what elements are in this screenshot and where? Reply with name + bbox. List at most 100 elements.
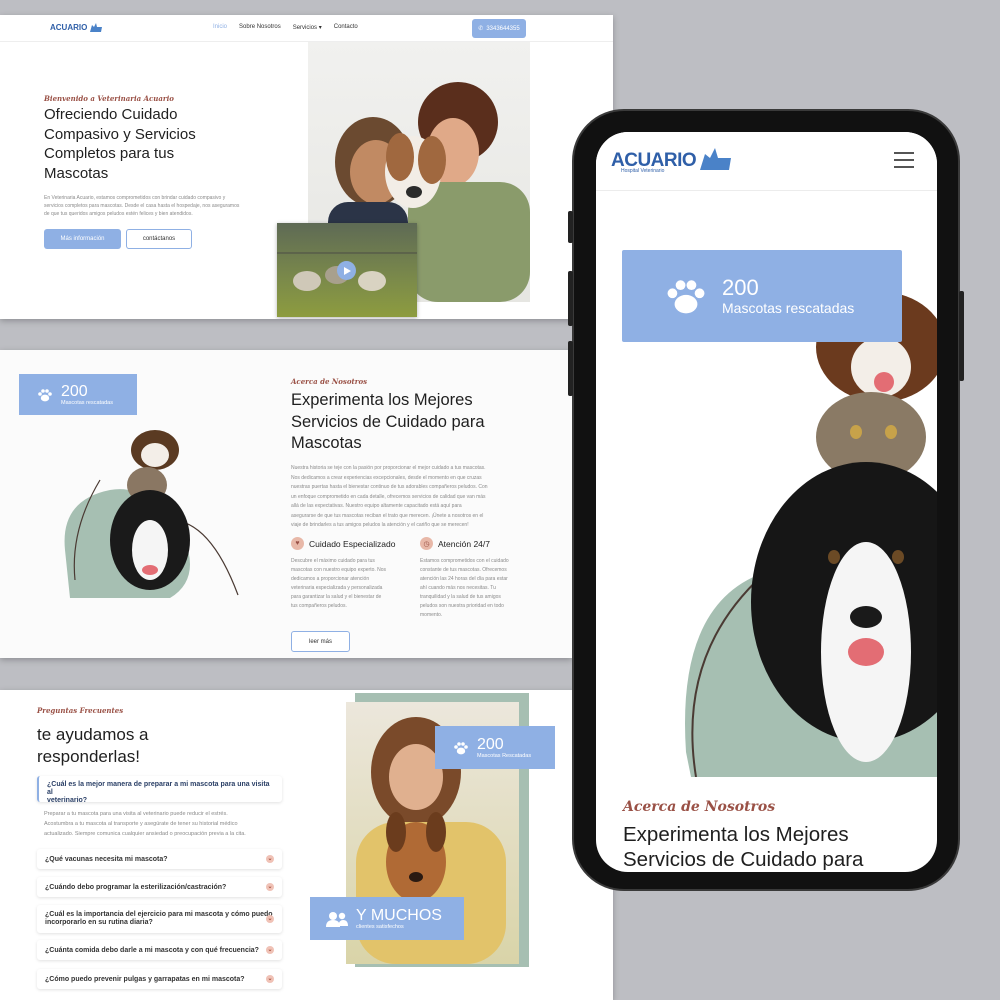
menu-icon[interactable] — [894, 152, 914, 168]
feature-text-line: ahí cuando más nos necesitas. Tu — [420, 585, 496, 591]
nav-item-servicios-label: Servicios — [292, 25, 318, 31]
phone-button[interactable]: ✆ 3343644355 — [472, 19, 526, 38]
feature-text-line: mascotas con nuestro equipo experto. Nos — [291, 567, 387, 573]
faq-question[interactable]: ¿Cómo puedo prevenir pulgas y garrapatas… — [37, 969, 282, 989]
feature-text-line: Estamos comprometidos con el cuidado — [420, 558, 509, 564]
feature-text-line: atención las 24 horas del día para estar — [420, 576, 508, 582]
faq-question[interactable]: ¿Cuándo debo programar la esterilización… — [37, 877, 282, 897]
phone-icon: ✆ — [478, 26, 484, 32]
stat-number: 200 — [477, 735, 504, 753]
chevron-down-icon: ⌄ — [266, 915, 274, 923]
nav-item-inicio[interactable]: Inicio — [213, 24, 227, 31]
about-body-line: viaje de brindarles a tus amigos peludos… — [291, 522, 469, 528]
paw-icon — [38, 388, 52, 401]
side-button — [568, 211, 573, 243]
faq-question[interactable]: ¿Qué vacunas necesita mi mascota? ⌄ — [37, 849, 282, 869]
paw-icon — [667, 280, 705, 314]
play-icon[interactable] — [337, 261, 356, 280]
about-eyebrow: Acerca de Nosotros — [291, 377, 368, 386]
phone-number: 3343644355 — [486, 25, 520, 32]
about-body-line: allá de las expectativas. Nuestro equipo… — [291, 503, 462, 509]
faq-question-text: ¿Cuándo debo programar la esterilización… — [45, 883, 227, 891]
feature-specialized-care: ♥ Cuidado Especializado Descubre el máxi… — [291, 537, 411, 611]
pets-illustration — [685, 292, 937, 778]
faq-answer-line: Preparar a tu mascota para una visita al… — [44, 811, 228, 817]
feature-title: Atención 24/7 — [438, 538, 490, 549]
faq-question-line: veterinario? — [47, 797, 88, 804]
hero-body-line: de que tus queridos amigos peludos estén… — [44, 211, 193, 217]
about-title: Experimenta los Mejores Servicios de Cui… — [291, 390, 485, 455]
phone-about-eyebrow: Acerca de Nosotros — [623, 799, 776, 815]
about-body-line: Nuestra historia se teje con la pasión p… — [291, 465, 486, 471]
about-body-line: nuestras puertas hasta el bienestar cont… — [291, 484, 488, 490]
about-body-line: un enfoque comprometido en cada detalle,… — [291, 493, 486, 500]
hero-title-line: Compasivo y Servicios — [44, 125, 196, 143]
faq-question-line: ¿Cuál es la mejor manera de preparar a m… — [47, 781, 270, 796]
phone-pets-image — [676, 272, 937, 778]
feature-title: Cuidado Especializado — [309, 538, 396, 549]
about-title-line: Experimenta los Mejores — [291, 391, 473, 409]
hero-eyebrow: Bienvenido a Veterinaria Acuario — [44, 94, 174, 103]
dog-cat-logo-icon — [90, 23, 103, 32]
feature-text-line: para garantizar la salud y el bienestar … — [291, 594, 382, 600]
stat-number: 200 — [61, 382, 88, 400]
phone-frame: ACUARIO Hospital Veterinario 200 Mascota… — [568, 109, 964, 891]
about-body-line: Nos dedicamos a crear experiencias excep… — [291, 474, 482, 481]
chevron-down-icon: ⌄ — [266, 883, 274, 891]
phone-about-title: Experimenta los Mejores Servicios de Cui… — [623, 822, 863, 872]
side-button — [568, 341, 573, 396]
faq-question-line: ¿Cuál es la importancia del ejercicio pa… — [45, 911, 273, 918]
feature-text: Estamos comprometidos con el cuidado con… — [420, 557, 540, 620]
feature-text-line: tus compañeros peludos. — [291, 603, 347, 609]
faq-title-line: responderlas! — [37, 746, 141, 766]
paw-icon — [454, 741, 468, 754]
navbar: ACUARIO Inicio Sobre Nosotros Servicios … — [0, 15, 613, 42]
nav-item-sobre-nosotros[interactable]: Sobre Nosotros — [239, 24, 281, 31]
about-title-line: Mascotas — [291, 434, 362, 452]
faq-question[interactable]: ¿Cuánta comida debo darle a mi mascota y… — [37, 940, 282, 960]
phone-title-line: Experimenta los Mejores — [623, 823, 849, 846]
phone-logo[interactable]: ACUARIO Hospital Veterinario — [611, 144, 734, 174]
feature-text-line: Descubre el máximo cuidado para tus — [291, 558, 375, 564]
more-info-button[interactable]: Más información — [44, 229, 121, 249]
side-button — [959, 291, 964, 381]
clients-stat-badge: Y MUCHOS clientes satisfechos — [310, 897, 464, 940]
hero-body: En Veterinaria Acuario, estamos comprome… — [44, 194, 239, 218]
hero-body-line: En Veterinaria Acuario, estamos comprome… — [44, 195, 226, 201]
about-panel: 200 Mascotas rescatadas Acerca de Nosotr… — [0, 350, 572, 658]
stat-number: 200 — [722, 275, 759, 300]
faq-panel: Preguntas Frecuentes te ayudamos a respo… — [0, 690, 613, 1000]
nav-item-servicios[interactable]: Servicios ▾ — [293, 24, 322, 31]
hero-body-line: servicios completos para mascotas. Desde… — [44, 203, 240, 209]
faq-question-text: ¿Cuánta comida debo darle a mi mascota y… — [45, 946, 259, 954]
contact-button[interactable]: contáctanos — [126, 229, 192, 249]
faq-eyebrow: Preguntas Frecuentes — [37, 706, 124, 715]
feature-text: Descubre el máximo cuidado para tus masc… — [291, 557, 411, 611]
faq-title-line: te ayudamos a — [37, 725, 149, 744]
read-more-button[interactable]: leer más — [291, 631, 350, 652]
rescued-stat-badge: 200 Mascotas rescatadas — [19, 374, 137, 415]
faq-answer-line: actualizado. Siempre comunica cualquier … — [44, 831, 246, 837]
feature-text-line: peludos son nuestra prioridad en todo — [420, 603, 504, 609]
logo[interactable]: ACUARIO — [50, 21, 103, 33]
chevron-down-icon: ⌄ — [266, 975, 274, 983]
stat-label: Mascotas rescatadas — [61, 399, 113, 406]
phone-title-line: Servicios de Cuidado para — [623, 848, 864, 871]
clients-title: Y MUCHOS — [356, 907, 442, 924]
feature-text-line: veterinaria especializada y personalizad… — [291, 585, 383, 591]
stat-label: Mascotas Rescatadas — [477, 752, 532, 759]
feature-text-line: dedicamos a proporcionar atención — [291, 576, 370, 582]
chevron-down-icon: ⌄ — [266, 946, 274, 954]
rescued-stat-badge: 200 Mascotas Rescatadas — [435, 726, 555, 769]
about-body: Nuestra historia se teje con la pasión p… — [291, 464, 488, 531]
video-thumbnail[interactable] — [277, 223, 417, 317]
faq-answer: Preparar a tu mascota para una visita al… — [44, 809, 246, 839]
hero-title: Ofreciendo Cuidado Compasivo y Servicios… — [44, 105, 196, 183]
faq-question-open[interactable]: ¿Cuál es la mejor manera de preparar a m… — [37, 776, 282, 804]
faq-question[interactable]: ¿Cuál es la importancia del ejercicio pa… — [37, 905, 282, 933]
users-icon — [326, 911, 348, 927]
phone-screen: ACUARIO Hospital Veterinario 200 Mascota… — [596, 132, 937, 872]
chevron-down-icon: ▾ — [318, 25, 322, 31]
faq-answer-line: Acostumbra a tu mascota al transporte y … — [44, 821, 238, 827]
nav-item-contacto[interactable]: Contacto — [334, 24, 358, 31]
